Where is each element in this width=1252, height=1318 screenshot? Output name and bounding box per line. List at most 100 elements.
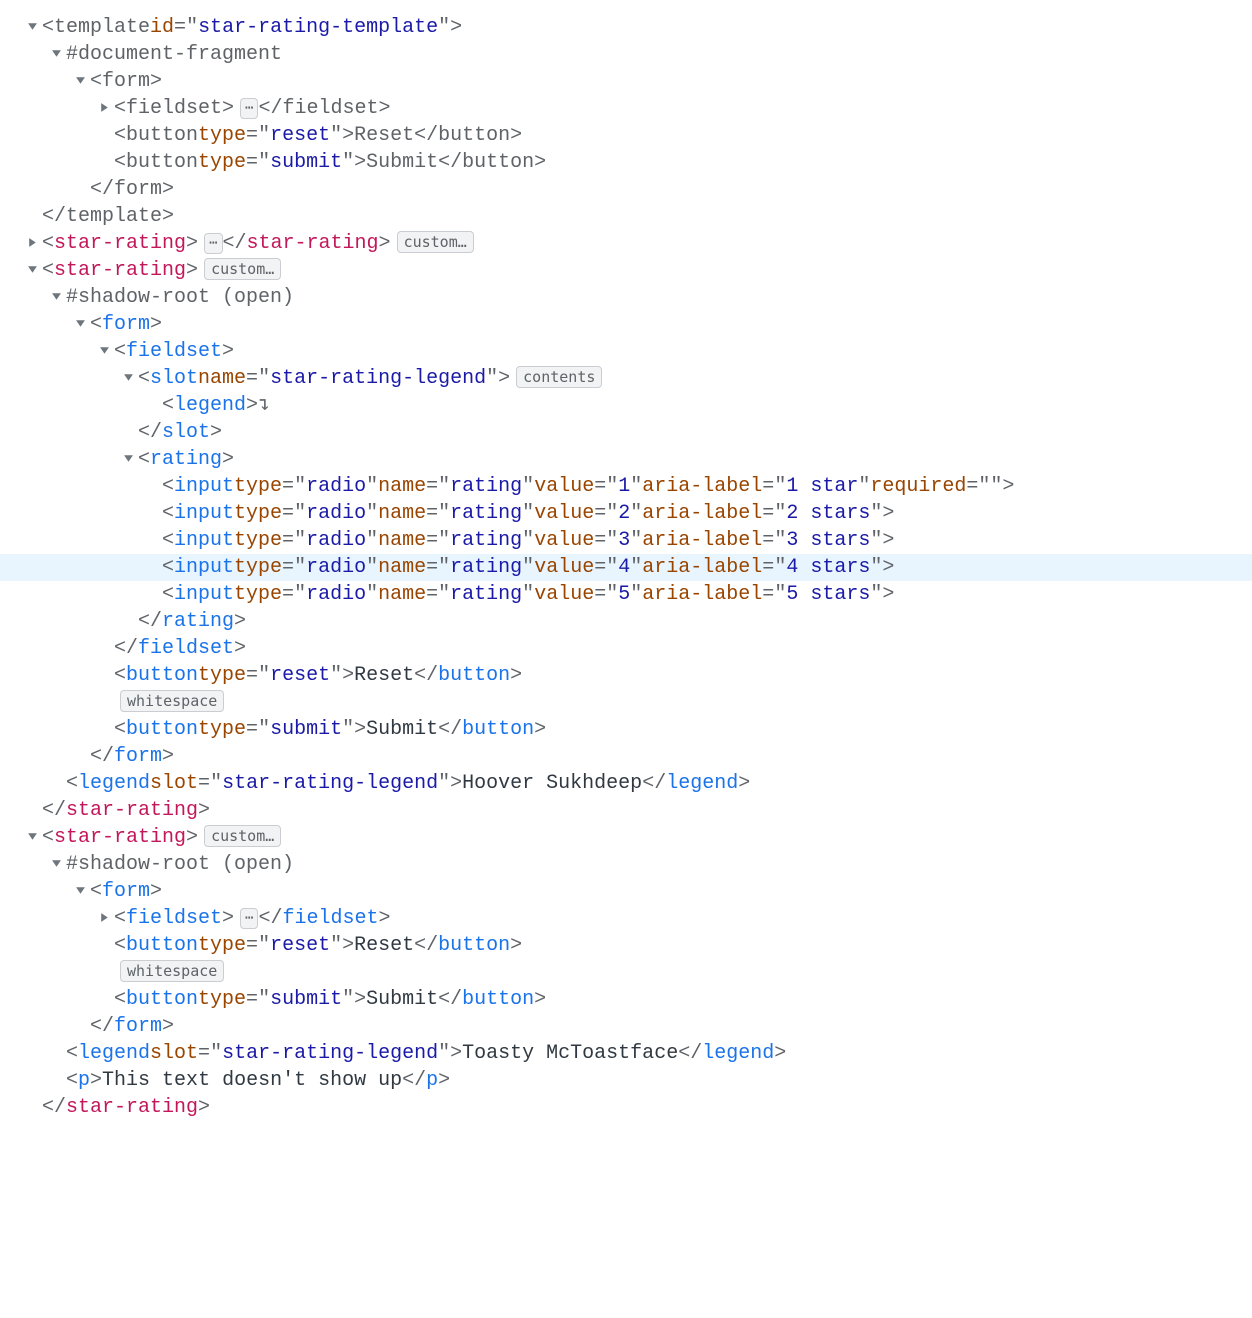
tree-row[interactable]: <star-rating>⋯</star-rating>custom…	[0, 230, 1252, 257]
tag-name: button	[438, 934, 510, 957]
tree-row[interactable]: </form>	[0, 743, 1252, 770]
punct: "	[486, 367, 498, 390]
attr-name: required	[870, 475, 966, 498]
attr-value: 2 stars	[786, 502, 870, 525]
tag-name: fieldset	[126, 97, 222, 120]
tree-row[interactable]: <buttontype="reset">Reset</button>	[0, 662, 1252, 689]
punct: <	[114, 340, 126, 363]
punct: =	[762, 502, 774, 525]
whitespace-badge: whitespace	[120, 690, 224, 712]
tree-row[interactable]: <form>	[0, 311, 1252, 338]
collapse-icon[interactable]	[72, 878, 88, 905]
tree-row[interactable]: <buttontype="reset">Reset</button>	[0, 932, 1252, 959]
tree-row[interactable]: #document-fragment	[0, 41, 1252, 68]
tree-row[interactable]: <buttontype="submit">Submit</button>	[0, 986, 1252, 1013]
punct: <	[114, 124, 126, 147]
attr-value: star-rating-legend	[222, 772, 438, 795]
collapse-icon[interactable]	[120, 365, 136, 392]
tag-name: button	[126, 718, 198, 741]
tree-row[interactable]: <star-rating>custom…	[0, 257, 1252, 284]
tree-row[interactable]: <form>	[0, 68, 1252, 95]
tree-row[interactable]: whitespace	[0, 689, 1252, 716]
tree-row[interactable]: <p>This text doesn't show up</p>	[0, 1067, 1252, 1094]
punct: >	[150, 70, 162, 93]
tree-row[interactable]: </fieldset>	[0, 635, 1252, 662]
tag-name: form	[114, 178, 162, 201]
tree-row[interactable]: </form>	[0, 1013, 1252, 1040]
tree-row[interactable]: <fieldset>⋯</fieldset>	[0, 95, 1252, 122]
punct: >	[342, 124, 354, 147]
punct: <	[114, 934, 126, 957]
tree-row[interactable]: </template>	[0, 203, 1252, 230]
punct: <	[90, 313, 102, 336]
punct: >	[186, 232, 198, 255]
punct: >	[510, 934, 522, 957]
tree-row[interactable]: <buttontype="submit">Submit</button>	[0, 716, 1252, 743]
tree-row[interactable]: <inputtype="radio"name="rating"value="1"…	[0, 473, 1252, 500]
collapse-icon[interactable]	[48, 41, 64, 68]
tree-row[interactable]: <inputtype="radio"name="rating"value="3"…	[0, 527, 1252, 554]
punct: <	[138, 367, 150, 390]
tree-row[interactable]: <buttontype="submit">Submit</button>	[0, 149, 1252, 176]
collapse-icon[interactable]	[48, 284, 64, 311]
punct: >	[450, 16, 462, 39]
tree-row[interactable]: <form>	[0, 878, 1252, 905]
tag-name: input	[174, 529, 234, 552]
collapse-icon[interactable]	[24, 824, 40, 851]
tree-row[interactable]: <slotname="star-rating-legend">contents	[0, 365, 1252, 392]
tree-row[interactable]: <star-rating>custom…	[0, 824, 1252, 851]
tree-row[interactable]: </rating>	[0, 608, 1252, 635]
collapse-icon[interactable]	[120, 446, 136, 473]
ellipsis-badge[interactable]: ⋯	[240, 908, 258, 929]
collapse-icon[interactable]	[72, 68, 88, 95]
collapse-icon[interactable]	[48, 851, 64, 878]
collapse-icon[interactable]	[24, 257, 40, 284]
tree-row[interactable]: <inputtype="radio"name="rating"value="5"…	[0, 581, 1252, 608]
tree-row[interactable]: #shadow-root (open)	[0, 851, 1252, 878]
tree-row[interactable]: <legendslot="star-rating-legend">Hoover …	[0, 770, 1252, 797]
collapse-icon[interactable]	[72, 311, 88, 338]
tag-name: button	[462, 988, 534, 1011]
tree-row[interactable]: <fieldset>	[0, 338, 1252, 365]
expand-icon[interactable]	[96, 905, 112, 932]
collapse-icon[interactable]	[96, 338, 112, 365]
tag-name: fieldset	[126, 907, 222, 930]
attr-name: name	[378, 556, 426, 579]
row-content: <form>	[90, 878, 162, 905]
tag-name: button	[438, 124, 510, 147]
tree-row[interactable]: <buttontype="reset">Reset</button>	[0, 122, 1252, 149]
tag-name: fieldset	[138, 637, 234, 660]
punct: <	[114, 907, 126, 930]
punct: =	[198, 772, 210, 795]
punct: =	[246, 934, 258, 957]
tree-row[interactable]: </star-rating>	[0, 1094, 1252, 1121]
expand-icon[interactable]	[24, 230, 40, 257]
row-content: <star-rating>custom…	[42, 824, 281, 851]
dom-tree[interactable]: <templateid="star-rating-template">#docu…	[0, 0, 1252, 1161]
punct: "	[870, 583, 882, 606]
ellipsis-badge[interactable]: ⋯	[204, 233, 222, 254]
ellipsis-badge[interactable]: ⋯	[240, 98, 258, 119]
attr-value: reset	[270, 934, 330, 957]
tree-row[interactable]: </star-rating>	[0, 797, 1252, 824]
punct: "	[258, 151, 270, 174]
tag-name: star-rating	[247, 232, 379, 255]
collapse-icon[interactable]	[24, 14, 40, 41]
expand-icon[interactable]	[96, 95, 112, 122]
attr-value: submit	[270, 988, 342, 1011]
tree-row[interactable]: <inputtype="radio"name="rating"value="2"…	[0, 500, 1252, 527]
tree-row[interactable]: <legend>↴	[0, 392, 1252, 419]
tree-row[interactable]: <legendslot="star-rating-legend">Toasty …	[0, 1040, 1252, 1067]
tree-row[interactable]: #shadow-root (open)	[0, 284, 1252, 311]
attr-value: 5 stars	[786, 583, 870, 606]
tree-row[interactable]: </slot>	[0, 419, 1252, 446]
tree-row[interactable]: <templateid="star-rating-template">	[0, 14, 1252, 41]
punct: >	[534, 988, 546, 1011]
tree-row[interactable]: </form>	[0, 176, 1252, 203]
tree-row[interactable]: <inputtype="radio"name="rating"value="4"…	[0, 554, 1252, 581]
tree-row[interactable]: <rating>	[0, 446, 1252, 473]
row-content: </slot>	[138, 419, 222, 446]
tag-name: slot	[150, 367, 198, 390]
tree-row[interactable]: <fieldset>⋯</fieldset>	[0, 905, 1252, 932]
tree-row[interactable]: whitespace	[0, 959, 1252, 986]
